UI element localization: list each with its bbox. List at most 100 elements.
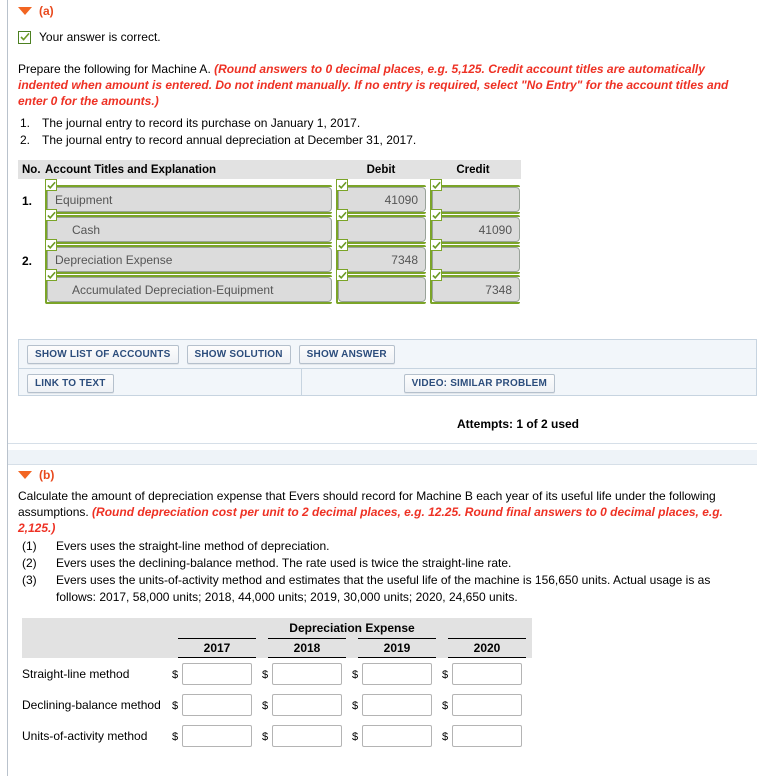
depreciation-amount-input[interactable] — [272, 724, 342, 747]
depreciation-amount-input[interactable] — [182, 693, 252, 716]
validated-check-icon — [430, 179, 442, 191]
account-title-input[interactable]: Accumulated Depreciation-Equipment — [47, 277, 332, 302]
year-column-header: 2018 — [262, 638, 352, 658]
exercise-page: (a) Your answer is correct. Prepare the … — [0, 0, 757, 776]
section-a-header[interactable]: (a) — [18, 4, 54, 18]
show-list-of-accounts-button[interactable]: SHOW LIST OF ACCOUNTS — [27, 344, 179, 364]
section-divider-line-top — [8, 443, 757, 444]
credit-amount-cell: 7348 — [430, 269, 520, 304]
currency-symbol: $ — [262, 730, 269, 743]
assumption-text: Evers uses the units-of-activity method … — [56, 573, 711, 604]
show-solution-button[interactable]: SHOW SOLUTION — [186, 344, 291, 364]
debit-amount-cell — [336, 209, 426, 244]
assumption-number: (3) — [22, 573, 37, 587]
validated-check-icon — [430, 269, 442, 281]
debit-amount-input[interactable]: 41090 — [338, 187, 426, 212]
depreciation-method-label: Units-of-activity method — [22, 728, 148, 743]
debit-amount-cell: 7348 — [336, 239, 426, 274]
depreciation-cell: $ — [262, 724, 352, 747]
collapse-triangle-icon[interactable] — [18, 7, 32, 15]
validated-check-icon — [45, 209, 57, 221]
depreciation-amount-input[interactable] — [452, 693, 522, 716]
section-divider-line-bottom — [8, 464, 757, 465]
depreciation-cell: $ — [172, 693, 262, 716]
action-panel: SHOW LIST OF ACCOUNTS SHOW SOLUTION SHOW… — [18, 339, 757, 396]
validated-check-icon — [45, 239, 57, 251]
depreciation-cell: $ — [352, 693, 442, 716]
requirement-number: 1. — [20, 116, 31, 130]
debit-amount-input[interactable] — [338, 277, 426, 302]
year-column-header: 2019 — [352, 638, 442, 658]
credit-amount-cell — [430, 179, 520, 214]
show-answer-button[interactable]: SHOW ANSWER — [298, 344, 395, 364]
depreciation-method-label: Straight-line method — [22, 666, 130, 681]
account-title-cell: Cash — [45, 209, 332, 244]
validated-check-icon — [336, 209, 348, 221]
instruction-lead: Prepare the following for Machine A. — [18, 62, 215, 76]
depreciation-amount-input[interactable] — [182, 662, 252, 685]
depreciation-amount-input[interactable] — [452, 662, 522, 685]
collapse-triangle-icon-b[interactable] — [18, 471, 32, 479]
currency-symbol: $ — [352, 668, 359, 681]
depreciation-amount-input[interactable] — [272, 693, 342, 716]
depreciation-row: Straight-line method $ $ $ $ — [22, 658, 532, 689]
col-header-account: Account Titles and Explanation — [45, 163, 217, 176]
currency-symbol: $ — [262, 668, 269, 681]
journal-row: Accumulated Depreciation-Equipment 7348 — [18, 269, 524, 305]
assumption-number: (1) — [22, 539, 37, 553]
depreciation-amount-input[interactable] — [362, 724, 432, 747]
depreciation-amount-input[interactable] — [362, 662, 432, 685]
depreciation-row: Units-of-activity method $ $ $ $ — [22, 720, 532, 751]
depreciation-cell: $ — [442, 693, 532, 716]
debit-amount-input[interactable]: 7348 — [338, 247, 426, 272]
account-title-cell: Accumulated Depreciation-Equipment — [45, 269, 332, 304]
depreciation-amount-input[interactable] — [182, 724, 252, 747]
section-a-marker: (a) — [39, 4, 54, 18]
col-header-no: No. — [22, 163, 41, 176]
credit-amount-input[interactable] — [432, 187, 520, 212]
instruction-b-emphasis: (Round depreciation cost per unit to 2 d… — [18, 505, 723, 535]
journal-header-row: No. Account Titles and Explanation Debit… — [18, 160, 521, 179]
year-column-header: 2020 — [442, 638, 532, 658]
requirement-item: 2. The journal entry to record annual dep… — [20, 132, 720, 149]
credit-amount-input[interactable]: 7348 — [432, 277, 520, 302]
credit-amount-cell — [430, 239, 520, 274]
currency-symbol: $ — [172, 668, 179, 681]
link-to-text-button[interactable]: LINK TO TEXT — [27, 373, 114, 393]
video-similar-problem-button[interactable]: VIDEO: SIMILAR PROBLEM — [403, 373, 556, 393]
attempts-counter: Attempts: 1 of 2 used — [456, 417, 579, 431]
action-panel-bottom-row: LINK TO TEXT VIDEO: SIMILAR PROBLEM — [19, 368, 756, 397]
journal-row-number: 1. — [22, 194, 33, 208]
depreciation-row: Declining-balance method $ $ $ $ — [22, 689, 532, 720]
depreciation-cell: $ — [352, 724, 442, 747]
group-header-title: Depreciation Expense — [172, 618, 532, 638]
year-column-header: 2017 — [172, 638, 262, 658]
assumption-text: Evers uses the declining-balance method.… — [56, 556, 512, 570]
currency-symbol: $ — [442, 699, 449, 712]
answer-status-banner: Your answer is correct. — [18, 30, 161, 44]
currency-symbol: $ — [352, 699, 359, 712]
validated-check-icon — [430, 239, 442, 251]
debit-amount-input[interactable] — [338, 217, 426, 242]
account-title-input[interactable]: Equipment — [47, 187, 332, 212]
depreciation-amount-input[interactable] — [452, 724, 522, 747]
credit-amount-input[interactable] — [432, 247, 520, 272]
account-title-input[interactable]: Depreciation Expense — [47, 247, 332, 272]
section-b-header[interactable]: (b) — [18, 468, 54, 482]
account-title-cell: Equipment — [45, 179, 332, 214]
currency-symbol: $ — [172, 699, 179, 712]
requirement-number: 2. — [20, 133, 31, 147]
depreciation-amount-input[interactable] — [272, 662, 342, 685]
requirement-text: The journal entry to record annual depre… — [42, 133, 417, 147]
action-panel-top-row: SHOW LIST OF ACCOUNTS SHOW SOLUTION SHOW… — [19, 340, 756, 368]
depreciation-amount-input[interactable] — [362, 693, 432, 716]
assumption-item: (3) Evers uses the units-of-activity meth… — [22, 572, 736, 606]
depreciation-cell: $ — [442, 662, 532, 685]
col-header-debit: Debit — [366, 163, 396, 176]
journal-row: 1. Equipment 41090 — [18, 179, 524, 215]
depreciation-cell: $ — [442, 724, 532, 747]
assumption-number: (2) — [22, 556, 37, 570]
account-title-input[interactable]: Cash — [47, 217, 332, 242]
credit-amount-input[interactable]: 41090 — [432, 217, 520, 242]
answer-status-text: Your answer is correct. — [39, 30, 161, 44]
